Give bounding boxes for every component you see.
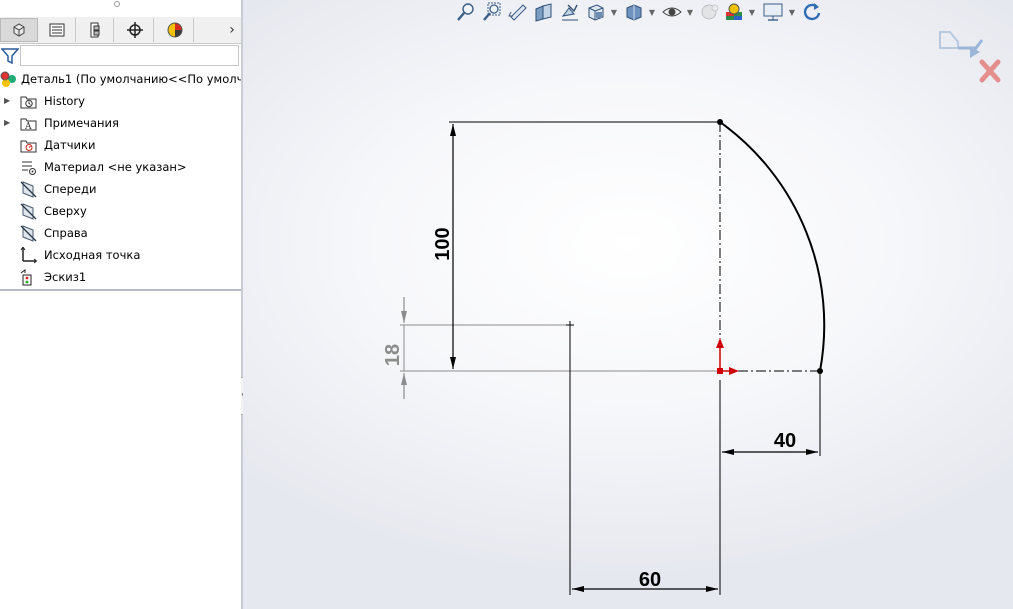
display-manager-icon	[167, 22, 182, 38]
sensors-icon	[20, 140, 37, 153]
tree-item-label: Справа	[44, 226, 88, 240]
dimxpert-icon	[126, 22, 143, 38]
plane-icon	[20, 225, 37, 242]
arc-endpoint-top[interactable]	[717, 119, 723, 125]
property-manager-tab[interactable]	[38, 18, 76, 42]
feature-tree-icon	[13, 23, 25, 37]
panel-grip-icon[interactable]	[114, 1, 120, 7]
tree-item-label: Исходная точка	[44, 248, 141, 262]
tree-item-front-plane[interactable]: Спереди	[0, 178, 241, 200]
annotations-icon: A	[20, 118, 37, 132]
tree-item-sketch1[interactable]: Эскиз1	[0, 266, 241, 288]
feature-tree-tab[interactable]	[0, 18, 38, 42]
tree-item-material[interactable]: Материал <не указан>	[0, 156, 241, 178]
tree-root-label: Деталь1 (По умолчанию<<По умолчан	[21, 72, 241, 86]
tree-item-origin[interactable]: Исходная точка	[0, 244, 241, 266]
sketch-origin-icon	[716, 338, 739, 375]
sketch-canvas[interactable]: 100 18 40 60	[243, 0, 1013, 609]
expand-icon[interactable]: ▶	[4, 90, 12, 112]
filter-icon[interactable]	[1, 47, 19, 65]
tree-item-label: Сверху	[44, 204, 87, 218]
tree-item-label: Эскиз1	[44, 270, 87, 284]
dimxpert-tab[interactable]	[116, 18, 154, 42]
plane-icon	[20, 203, 37, 220]
tree-item-label: Спереди	[44, 182, 97, 196]
part-icon	[0, 71, 16, 87]
dimension-text-100[interactable]: 100	[432, 227, 454, 260]
feature-manager-tabs: ›	[0, 17, 241, 44]
property-manager-icon	[49, 23, 64, 37]
tree-item-annotations[interactable]: ▶ A Примечания	[0, 112, 241, 134]
filter-row	[0, 44, 241, 68]
configuration-manager-icon	[90, 22, 99, 38]
sketch-icon	[20, 269, 32, 286]
history-folder-icon	[20, 96, 37, 109]
plane-icon	[20, 181, 37, 198]
dimension-text-40[interactable]: 40	[774, 430, 796, 452]
tree-item-label: Примечания	[44, 116, 119, 130]
origin-icon	[20, 247, 37, 264]
tree-root-part[interactable]: Деталь1 (По умолчанию<<По умолчан	[0, 68, 241, 90]
tree-item-sensors[interactable]: Датчики	[0, 134, 241, 156]
tree-separator	[0, 289, 241, 291]
tree-item-right-plane[interactable]: Справа	[0, 222, 241, 244]
expand-icon[interactable]: ▶	[4, 112, 12, 134]
tree-item-label: Материал <не указан>	[44, 160, 187, 174]
sketch-arc[interactable]	[719, 121, 826, 372]
tree-item-label: History	[44, 94, 85, 108]
svg-text:A: A	[24, 122, 32, 132]
display-manager-tab[interactable]	[156, 18, 194, 42]
feature-manager-panel: › Деталь1 (По умолчанию<<По умолчан ▶ Hi…	[0, 0, 241, 609]
arc-endpoint-bottom[interactable]	[817, 368, 823, 374]
sketch-point[interactable]	[566, 321, 574, 329]
dimension-text-18[interactable]: 18	[382, 344, 404, 366]
more-tabs-button[interactable]: ›	[226, 20, 238, 40]
tree-item-history[interactable]: ▶ History	[0, 90, 241, 112]
material-icon	[22, 161, 36, 175]
tree-item-top-plane[interactable]: Сверху	[0, 200, 241, 222]
configuration-manager-tab[interactable]	[76, 18, 114, 42]
dimension-text-60[interactable]: 60	[639, 569, 661, 591]
filter-input[interactable]	[20, 45, 239, 66]
tree-item-label: Датчики	[44, 138, 96, 152]
graphics-area[interactable]: ▼ ▼ ▼ ▼ ▼ 100 18 40 60	[243, 0, 1013, 609]
